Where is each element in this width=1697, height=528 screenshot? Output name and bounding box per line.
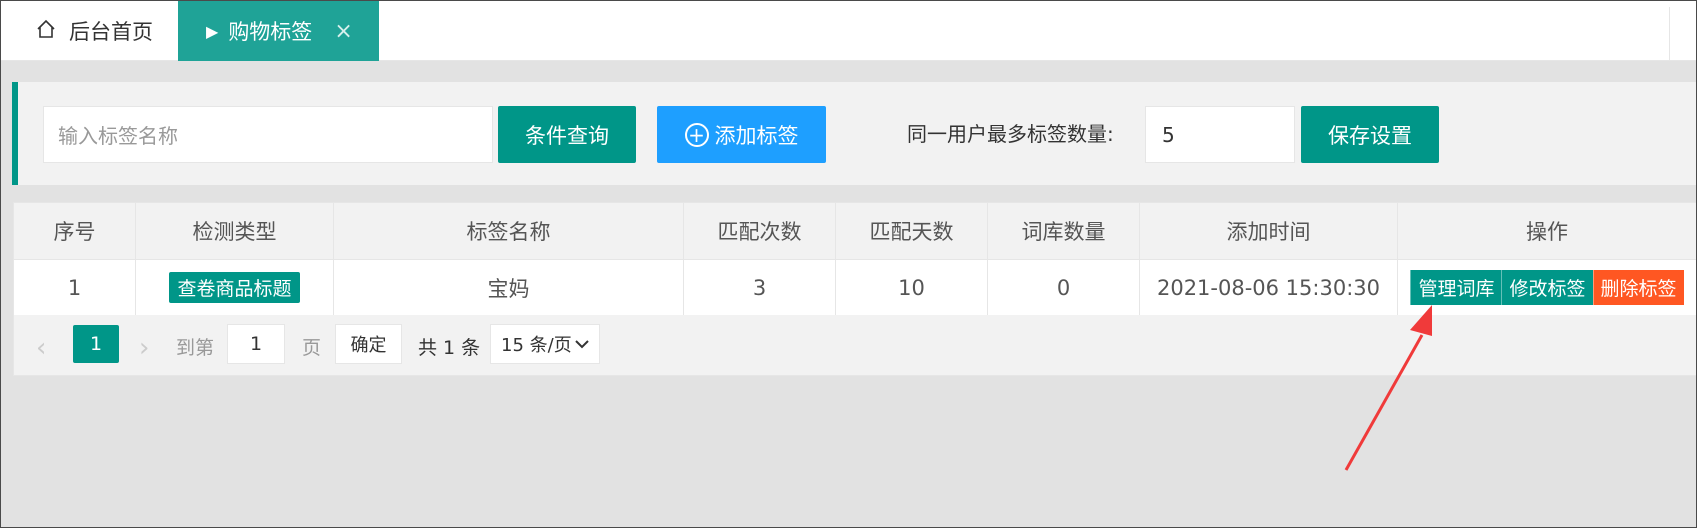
- annotation-arrow: [1344, 305, 1432, 471]
